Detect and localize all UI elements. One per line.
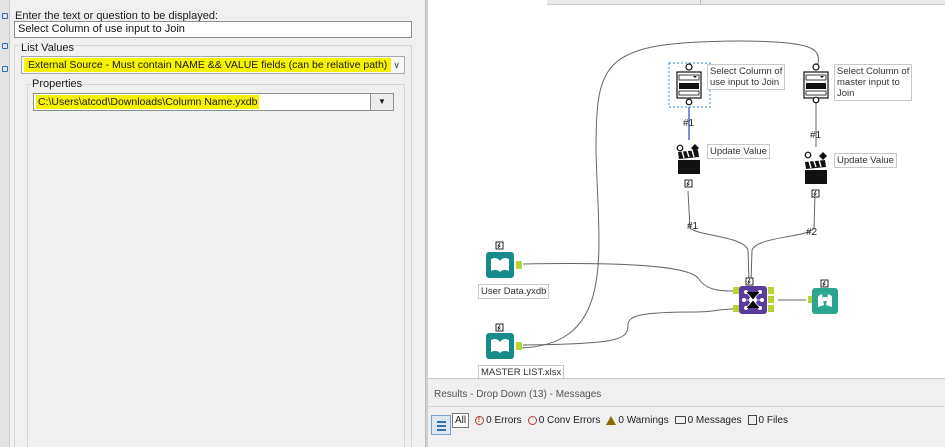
list-values-title: List Values (20, 42, 75, 54)
action-diamond-icon (819, 152, 827, 160)
link-label-user-question: #1 (683, 118, 695, 129)
file-path-dropdown-button[interactable]: ▼ (370, 93, 394, 111)
connection-action-user-to-join (687, 190, 750, 283)
list-source-selected-value: External Source - Must contain NAME && V… (24, 58, 392, 72)
warning-icon (606, 415, 617, 425)
link-label-master-action: #2 (806, 227, 818, 238)
filter-messages-label: 0 Messages (687, 414, 742, 426)
filter-all-button[interactable]: All (452, 412, 470, 428)
action-master-annotation: Update Value (834, 153, 897, 168)
clapperboard-icon (805, 159, 827, 184)
action-master-tool[interactable] (804, 151, 827, 198)
dropdown-user-annotation: Select Column of use input to Join (707, 64, 786, 90)
app-window: Enter the text or question to be display… (0, 0, 945, 447)
config-tab-icon[interactable] (2, 13, 8, 19)
output-anchor-icon (685, 98, 693, 106)
filter-warnings-button[interactable]: 0 Warnings (606, 412, 669, 428)
filter-errors-label: 0 Errors (486, 414, 522, 426)
filter-files-label: 0 Files (758, 414, 788, 426)
configuration-panel: Enter the text or question to be display… (0, 0, 427, 447)
browse-tool[interactable] (808, 279, 838, 314)
dropdown-master-annotation: Select Column of master input to Join (834, 64, 913, 101)
file-path-value: C:\Users\atcod\Downloads\Column Name.yxd… (36, 95, 260, 109)
conversion-error-icon (527, 415, 537, 425)
question-anchor-icon (804, 151, 812, 159)
output-anchor (516, 261, 522, 269)
input-anchor-left (733, 287, 739, 294)
output-anchor-join (768, 296, 774, 303)
list-icon-bar (437, 425, 446, 427)
output-anchor (516, 342, 522, 350)
input-master-annotation: MASTER LIST.xlsx (478, 365, 565, 378)
dropdown-user-tool[interactable] (668, 62, 711, 108)
output-anchor-icon (812, 96, 820, 104)
dropdown-icon (803, 71, 829, 99)
filter-messages-button[interactable]: 0 Messages (674, 412, 742, 428)
workflow-connections (486, 40, 838, 359)
file-path-field[interactable]: C:\Users\atcod\Downloads\Column Name.yxd… (33, 93, 373, 111)
list-source-dropdown[interactable]: External Source - Must contain NAME && V… (21, 56, 405, 74)
properties-group (27, 84, 405, 447)
action-user-annotation: Update Value (707, 144, 770, 159)
clapperboard-icon (678, 149, 700, 174)
action-user-tool[interactable] (676, 144, 700, 188)
filter-errors-button[interactable]: 0 Errors (475, 412, 522, 428)
filter-warnings-label: 0 Warnings (618, 414, 669, 426)
input-master-tool[interactable] (486, 323, 522, 359)
input-user-annotation: User Data.yxdb (478, 284, 550, 299)
results-panel: Results - Drop Down (13) - Messages All … (428, 378, 945, 447)
chevron-down-icon[interactable]: ∨ (393, 57, 400, 73)
properties-title: Properties (31, 78, 84, 90)
filter-conv-errors-label: 0 Conv Errors (538, 414, 601, 426)
link-label-user-action: #1 (687, 221, 699, 232)
list-icon-bar (437, 429, 446, 431)
dropdown-icon (676, 71, 702, 99)
results-divider (428, 406, 945, 407)
annotation-tab-icon[interactable] (2, 43, 8, 49)
input-anchor-right (733, 305, 739, 312)
output-anchor-left (768, 287, 774, 294)
filter-files-button[interactable]: 0 Files (747, 412, 788, 428)
link-label-master-question: #1 (810, 130, 822, 141)
chevron-down-icon: ▼ (378, 97, 386, 106)
results-title: Results - Drop Down (13) - Messages (434, 389, 602, 400)
input-user-tool[interactable] (486, 241, 522, 278)
results-filter-toolbar: All 0 Errors 0 Conv Errors 0 Warnings 0 … (452, 412, 788, 428)
connection-master-to-join (522, 308, 734, 346)
connection-action-master-to-join (750, 194, 816, 283)
output-anchor-right (768, 305, 774, 312)
connection-user-to-join (522, 263, 734, 292)
prompt-text-input[interactable]: Select Column of use input to Join (14, 21, 412, 38)
file-icon (747, 415, 757, 425)
workflow-canvas[interactable]: Select Column of use input to Join Selec… (428, 0, 945, 378)
message-icon (674, 416, 686, 424)
list-icon (437, 421, 446, 423)
info-tab-icon[interactable] (2, 66, 8, 72)
question-anchor-icon (812, 63, 820, 71)
question-anchor-icon (676, 144, 684, 152)
configuration-sidebar-strip (0, 0, 10, 447)
filter-conv-errors-button[interactable]: 0 Conv Errors (527, 412, 601, 428)
dropdown-master-tool[interactable] (803, 63, 829, 104)
question-anchor-icon (685, 63, 693, 71)
error-icon (475, 415, 485, 425)
join-tool[interactable] (733, 277, 774, 314)
results-layout-button[interactable] (431, 415, 451, 435)
